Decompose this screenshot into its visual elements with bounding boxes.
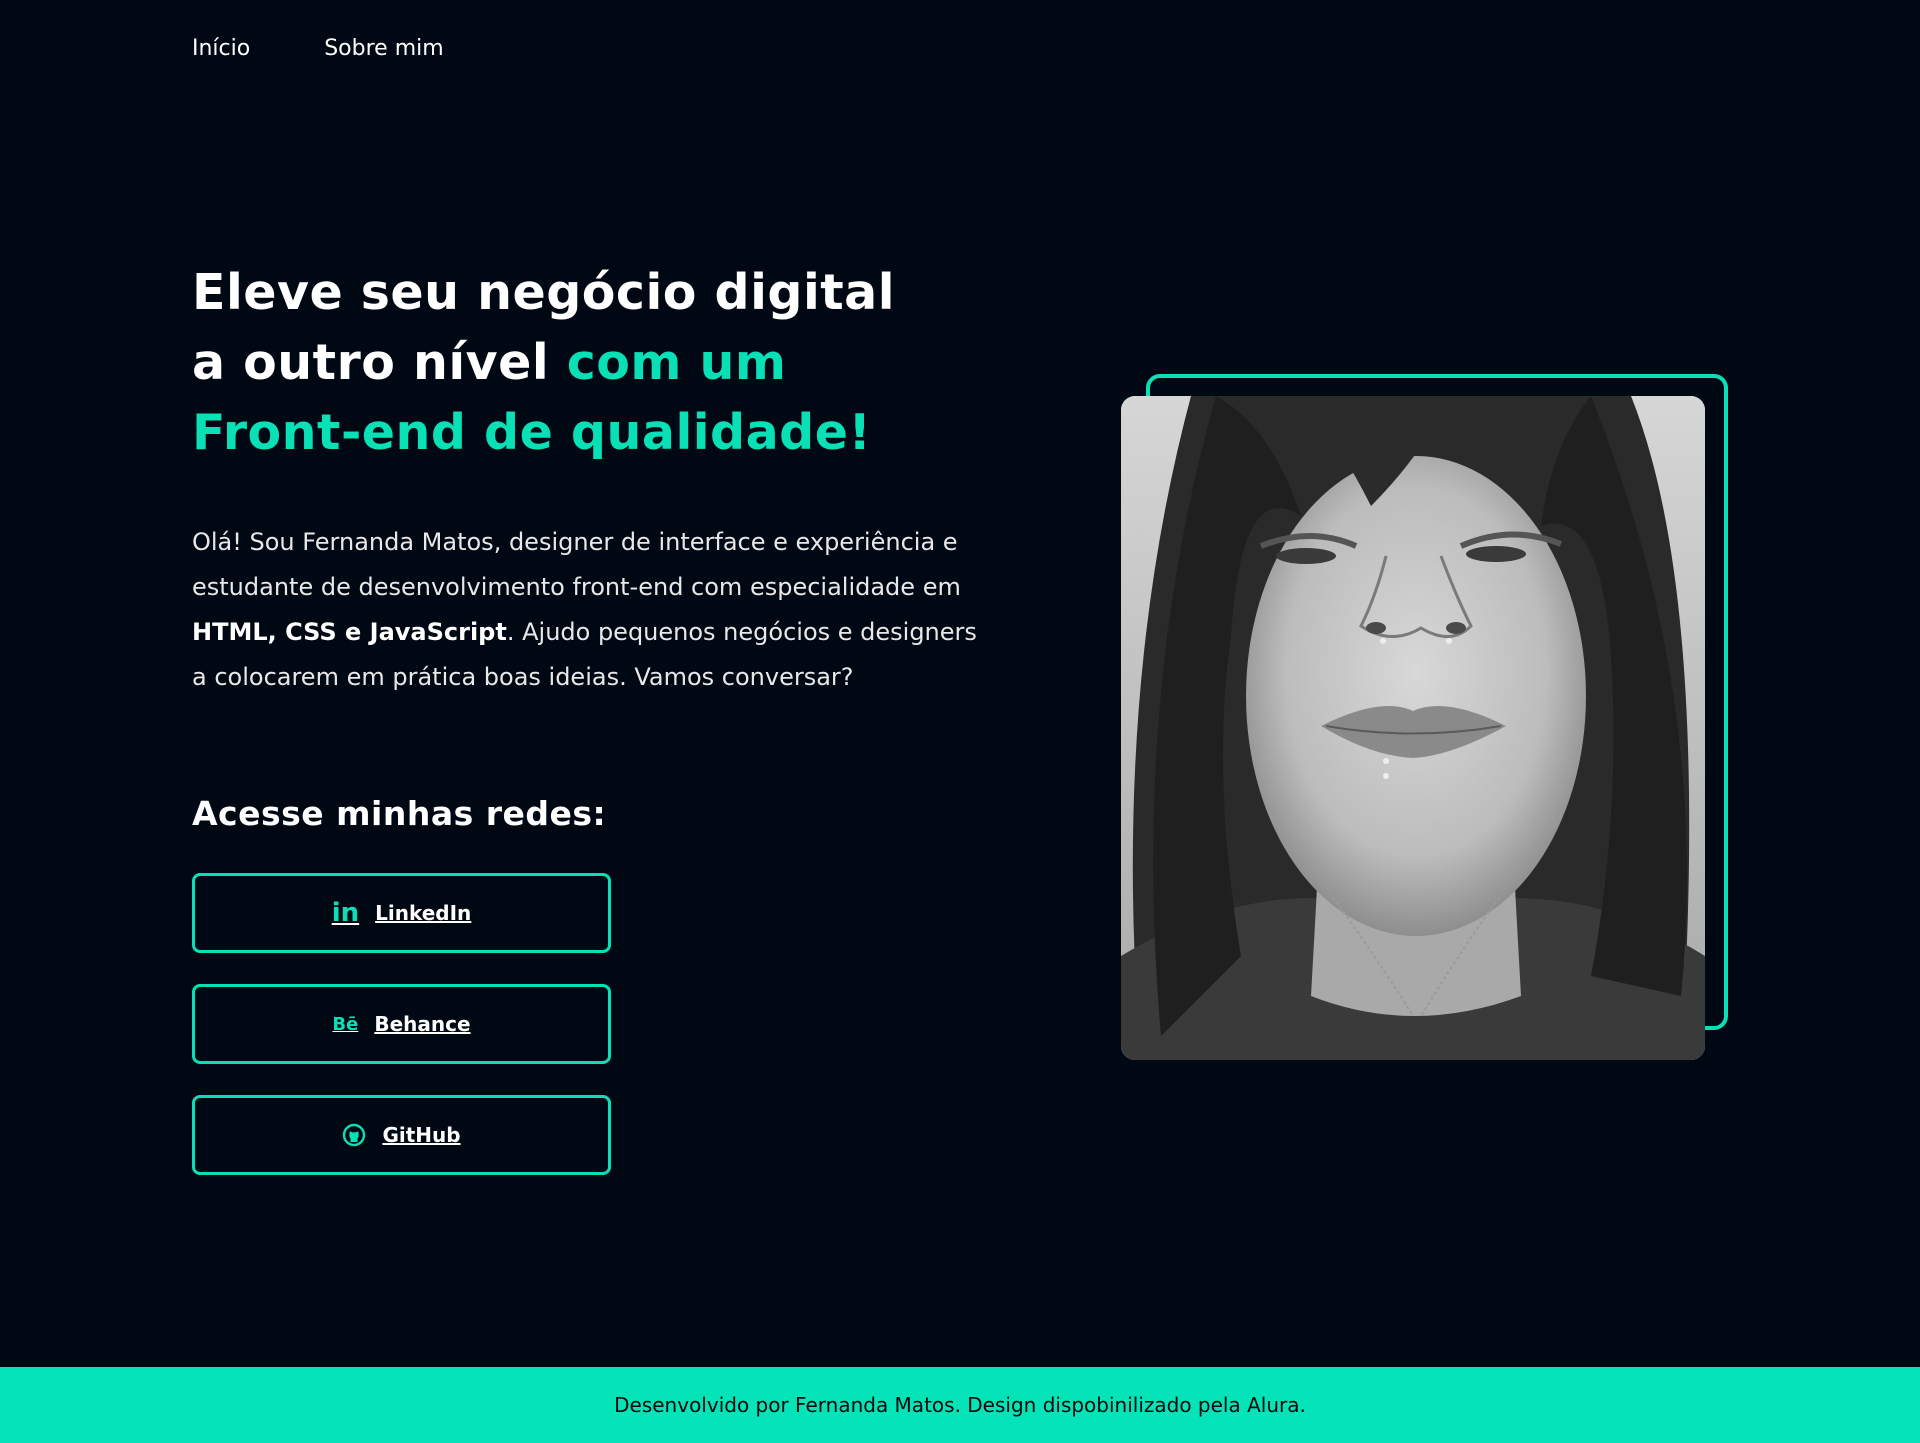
social-links: in LinkedIn Bē Behance GitHub: [192, 873, 611, 1175]
github-icon: [342, 1123, 366, 1147]
headline-line-2-accent: com um: [566, 334, 787, 391]
intro-strong-tech: HTML, CSS e JavaScript: [192, 618, 507, 646]
hero-headline: Eleve seu negócio digital a outro nível …: [192, 258, 992, 468]
page: Início Sobre mim Eleve seu negócio digit…: [0, 0, 1920, 1443]
footer-text: Desenvolvido por Fernanda Matos. Design …: [614, 1393, 1306, 1417]
behance-label: Behance: [374, 1012, 471, 1036]
linkedin-label: LinkedIn: [375, 901, 472, 925]
portrait-photo: [1121, 396, 1705, 1060]
github-label: GitHub: [382, 1123, 461, 1147]
social-title: Acesse minhas redes:: [192, 794, 607, 833]
headline-line-3-accent: Front-end de qualidade!: [192, 404, 872, 461]
linkedin-button[interactable]: in LinkedIn: [192, 873, 611, 953]
nav-link-sobre-mim[interactable]: Sobre mim: [324, 36, 443, 61]
behance-icon: Bē: [332, 1013, 359, 1035]
nav-link-inicio[interactable]: Início: [192, 36, 250, 61]
intro-text-1: Olá! Sou Fernanda Matos, designer de int…: [192, 528, 961, 601]
headline-line-1: Eleve seu negócio digital: [192, 264, 896, 321]
linkedin-icon: in: [331, 898, 360, 928]
behance-button[interactable]: Bē Behance: [192, 984, 611, 1064]
portrait-illustration: [1121, 396, 1705, 1060]
hero-intro: Olá! Sou Fernanda Matos, designer de int…: [192, 520, 982, 700]
page-footer: Desenvolvido por Fernanda Matos. Design …: [0, 1367, 1920, 1443]
headline-line-2-plain: a outro nível: [192, 334, 567, 391]
top-nav: Início Sobre mim: [192, 36, 444, 61]
github-button[interactable]: GitHub: [192, 1095, 611, 1175]
